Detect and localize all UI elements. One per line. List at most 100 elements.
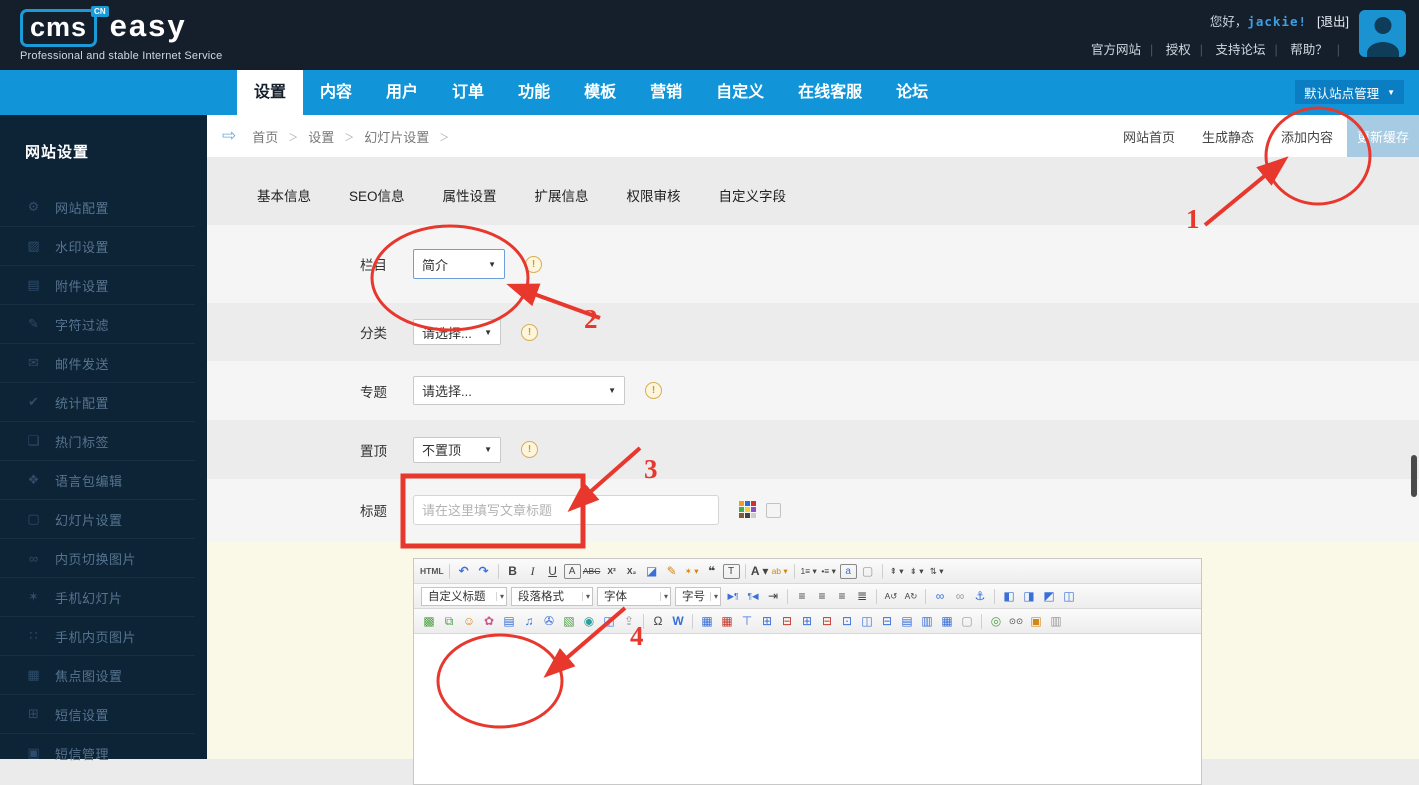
flash-icon[interactable]: ◉	[580, 612, 598, 630]
word-import-icon[interactable]: W	[669, 612, 687, 630]
image-manager-icon[interactable]: ⧉	[440, 612, 458, 630]
sidebar-item-mail-send[interactable]: ✉ 邮件发送	[0, 344, 195, 383]
line-height-icon[interactable]: ⇅ ▾	[928, 562, 946, 580]
highlight-color-icon[interactable]: ab ▾	[771, 562, 789, 580]
font-size-select[interactable]: 字号 ▾	[675, 586, 722, 606]
font-color-icon[interactable]: A ▾	[751, 562, 769, 580]
unlink-icon[interactable]: ∞	[951, 587, 969, 605]
custom-title-select[interactable]: 自定义标题 ▾	[421, 586, 507, 606]
sidebar-item-sms-settings[interactable]: ⊞ 短信设置	[0, 695, 195, 734]
rtl-paragraph-icon[interactable]: ¶◀	[744, 587, 762, 605]
action-add-content[interactable]: 添加内容	[1281, 127, 1333, 146]
delete-col-icon[interactable]: ⊟	[818, 612, 836, 630]
sidebar-item-inner-page-images[interactable]: ∞ 内页切换图片	[0, 539, 195, 578]
paragraph-format-select[interactable]: 段落格式 ▾	[511, 586, 593, 606]
col-props-icon[interactable]: ▦	[938, 612, 956, 630]
nav-tab-features[interactable]: 功能	[501, 70, 567, 115]
tab-seo-info[interactable]: SEO信息	[349, 185, 405, 205]
sidebar-item-mobile-inner-images[interactable]: ∷ 手机内页图片	[0, 617, 195, 656]
title-input[interactable]	[413, 495, 719, 525]
scrawl-icon[interactable]: ✿	[480, 612, 498, 630]
find-replace-icon[interactable]: ⊙⊙	[1007, 612, 1025, 630]
image-block-icon[interactable]: ◫	[1060, 587, 1078, 605]
scrollbar-thumb[interactable]	[1411, 455, 1417, 497]
editor-content[interactable]	[414, 634, 1201, 784]
insert-table-icon[interactable]: ▦	[698, 612, 716, 630]
ordered-list-icon[interactable]: 1≡ ▾	[800, 562, 818, 580]
nav-tab-content[interactable]: 内容	[303, 70, 369, 115]
row-props-icon[interactable]: ▥	[918, 612, 936, 630]
nav-tab-orders[interactable]: 订单	[435, 70, 501, 115]
delete-table-icon[interactable]: ▦	[718, 612, 736, 630]
table-title-icon[interactable]: ⊤	[738, 612, 756, 630]
align-justify-icon[interactable]: ≣	[853, 587, 871, 605]
table-props-icon[interactable]: ▤	[898, 612, 916, 630]
sidebar-item-site-config[interactable]: ⚙ 网站配置	[0, 188, 195, 227]
sidebar-item-stats-config[interactable]: ✔ 统计配置	[0, 383, 195, 422]
action-generate-static[interactable]: 生成静态	[1202, 127, 1254, 146]
emoji-icon[interactable]: ☺	[460, 612, 478, 630]
nav-tab-online-service[interactable]: 在线客服	[781, 70, 879, 115]
insert-col-icon[interactable]: ⊞	[798, 612, 816, 630]
sidebar-item-watermark[interactable]: ▨ 水印设置	[0, 227, 195, 266]
strikethrough-icon[interactable]: ABC	[583, 562, 601, 580]
eraser-icon[interactable]: ◪	[643, 562, 661, 580]
image-inline-icon[interactable]: ◩	[1040, 587, 1058, 605]
nav-tab-users[interactable]: 用户	[369, 70, 435, 115]
preview-icon[interactable]: ▥	[1047, 612, 1065, 630]
sidebar-item-sms-manage[interactable]: ▣ 短信管理	[0, 734, 195, 773]
format-brush-icon[interactable]: ✎	[663, 562, 681, 580]
ltr-paragraph-icon[interactable]: ▶¶	[724, 587, 742, 605]
sidebar-item-char-filter[interactable]: ✎ 字符过滤	[0, 305, 195, 344]
sidebar-item-slideshow-settings[interactable]: ▢ 幻灯片设置	[0, 500, 195, 539]
video-icon[interactable]: ▤	[500, 612, 518, 630]
image-float-right-icon[interactable]: ◨	[1020, 587, 1038, 605]
tab-attribute-settings[interactable]: 属性设置	[443, 185, 497, 205]
paragraph-space-bottom-icon[interactable]: ⇟ ▾	[908, 562, 926, 580]
undo-icon[interactable]: ↶	[455, 562, 473, 580]
delete-row-icon[interactable]: ⊟	[778, 612, 796, 630]
align-center-icon[interactable]: ≡	[813, 587, 831, 605]
nav-tab-custom[interactable]: 自定义	[699, 70, 781, 115]
anchor-icon[interactable]: ⚓	[971, 587, 989, 605]
search-icon[interactable]: ◎	[987, 612, 1005, 630]
align-left-icon[interactable]: ≡	[793, 587, 811, 605]
sidebar-item-mobile-slideshow[interactable]: ✶ 手机幻灯片	[0, 578, 195, 617]
autotypeset-icon[interactable]: ✶ ▾	[683, 562, 701, 580]
paragraph-space-top-icon[interactable]: ⇞ ▾	[888, 562, 906, 580]
site-selector-dropdown[interactable]: 默认站点管理 ▼	[1295, 80, 1404, 104]
logout-link[interactable]: [退出]	[1317, 15, 1349, 29]
redo-icon[interactable]: ↷	[475, 562, 493, 580]
insert-image-icon[interactable]: ▩	[420, 612, 438, 630]
indent-icon[interactable]: ⇥	[764, 587, 782, 605]
source-code-button[interactable]: HTML	[420, 562, 444, 580]
columns-icon[interactable]: ◫	[600, 612, 618, 630]
image-float-left-icon[interactable]: ◧	[1000, 587, 1018, 605]
remote-image-icon[interactable]: ⇪	[620, 612, 638, 630]
sidebar-item-attachments[interactable]: ▤ 附件设置	[0, 266, 195, 305]
tab-custom-fields[interactable]: 自定义字段	[719, 185, 787, 205]
category-select[interactable]: 请选择... ▼	[413, 319, 501, 345]
update-cache-button[interactable]: 更新缓存	[1347, 115, 1419, 157]
attachment-icon[interactable]: ✇	[540, 612, 558, 630]
superscript-icon[interactable]: X²	[603, 562, 621, 580]
page-break-icon[interactable]: ▢	[958, 612, 976, 630]
rotate-text-right-icon[interactable]: A↻	[902, 587, 920, 605]
link-icon[interactable]: ∞	[931, 587, 949, 605]
column-select[interactable]: 简介 ▼	[413, 249, 505, 279]
new-page-icon[interactable]: ▢	[859, 562, 877, 580]
special-char-icon[interactable]: Ω	[649, 612, 667, 630]
unordered-list-icon[interactable]: •≡ ▾	[820, 562, 838, 580]
subscript-icon[interactable]: X₂	[623, 562, 641, 580]
crumb-home[interactable]: 首页＞	[252, 127, 308, 146]
color-palette-icon[interactable]	[739, 501, 757, 519]
tab-permission-review[interactable]: 权限审核	[627, 185, 681, 205]
insert-row-icon[interactable]: ⊞	[758, 612, 776, 630]
crumb-slideshow-settings[interactable]: 幻灯片设置＞	[364, 127, 459, 146]
topic-select[interactable]: 请选择... ▼	[413, 376, 625, 405]
tab-extended-info[interactable]: 扩展信息	[535, 185, 589, 205]
nav-tab-templates[interactable]: 模板	[567, 70, 633, 115]
nav-tab-marketing[interactable]: 营销	[633, 70, 699, 115]
pin-select[interactable]: 不置顶 ▼	[413, 436, 501, 463]
split-cell-horizontal-icon[interactable]: ◫	[858, 612, 876, 630]
